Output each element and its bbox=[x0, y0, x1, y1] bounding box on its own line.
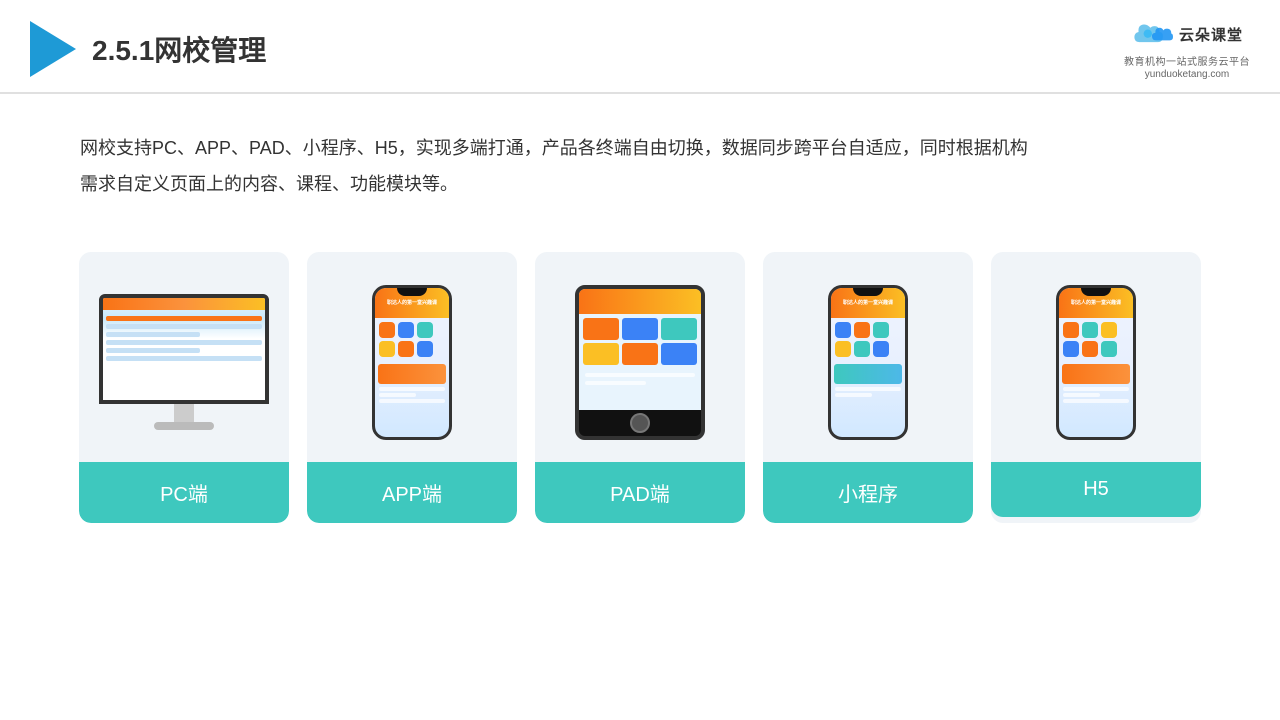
pc-label: PC端 bbox=[79, 462, 289, 523]
pad-home-button-icon bbox=[630, 413, 650, 433]
miniprogram-label: 小程序 bbox=[763, 462, 973, 523]
h5-label: H5 bbox=[991, 462, 1201, 517]
pc-image-area bbox=[79, 252, 289, 462]
pad-card: PAD端 bbox=[535, 252, 745, 523]
brand-section: 云朵课堂 教育机构一站式服务云平台 yunduoketang.com bbox=[1124, 18, 1250, 80]
pad-screen bbox=[579, 289, 701, 410]
description-text: 网校支持PC、APP、PAD、小程序、H5，实现多端打通，产品各终端自由切换，数… bbox=[0, 94, 1280, 222]
pad-icon bbox=[575, 285, 705, 440]
app-phone-icon: 职达人的第一堂兴趣课 bbox=[372, 285, 452, 440]
logo-triangle-icon bbox=[30, 21, 76, 77]
h5-card: 职达人的第一堂兴趣课 H5 bbox=[991, 252, 1201, 523]
phone-screen-3: 职达人的第一堂兴趣课 bbox=[1059, 288, 1133, 437]
brand-name: 云朵课堂 bbox=[1179, 24, 1243, 45]
app-image-area: 职达人的第一堂兴趣课 bbox=[307, 252, 517, 462]
pad-label: PAD端 bbox=[535, 462, 745, 523]
phone-screen: 职达人的第一堂兴趣课 bbox=[375, 288, 449, 437]
app-label: APP端 bbox=[307, 462, 517, 523]
miniprogram-card: 职达人的第一堂兴趣课 小程序 bbox=[763, 252, 973, 523]
description-paragraph: 网校支持PC、APP、PAD、小程序、H5，实现多端打通，产品各终端自由切换，数… bbox=[80, 130, 1200, 202]
brand-tagline: 教育机构一站式服务云平台 bbox=[1124, 53, 1250, 68]
phone-screen-2: 职达人的第一堂兴趣课 bbox=[831, 288, 905, 437]
miniprogram-phone-icon: 职达人的第一堂兴趣课 bbox=[828, 285, 908, 440]
h5-phone-icon: 职达人的第一堂兴趣课 bbox=[1056, 285, 1136, 440]
h5-image-area: 职达人的第一堂兴趣课 bbox=[991, 252, 1201, 462]
brand-logo: 云朵课堂 bbox=[1131, 18, 1243, 51]
phone-notch bbox=[397, 288, 427, 296]
cloud-icon bbox=[1131, 18, 1173, 51]
phone-notch-2 bbox=[853, 288, 883, 296]
pc-monitor-icon bbox=[99, 294, 269, 430]
app-card: 职达人的第一堂兴趣课 APP端 bbox=[307, 252, 517, 523]
cards-container: PC端 职达人的第一堂兴趣课 bbox=[0, 232, 1280, 543]
header: 2.5.1网校管理 云朵课堂 教育机构一站式服务云平台 yunduoketang… bbox=[0, 0, 1280, 94]
miniprogram-image-area: 职达人的第一堂兴趣课 bbox=[763, 252, 973, 462]
page-title: 2.5.1网校管理 bbox=[92, 29, 266, 69]
header-left: 2.5.1网校管理 bbox=[30, 21, 266, 77]
brand-url: yunduoketang.com bbox=[1145, 69, 1230, 80]
pad-image-area bbox=[535, 252, 745, 462]
phone-notch-3 bbox=[1081, 288, 1111, 296]
pc-card: PC端 bbox=[79, 252, 289, 523]
